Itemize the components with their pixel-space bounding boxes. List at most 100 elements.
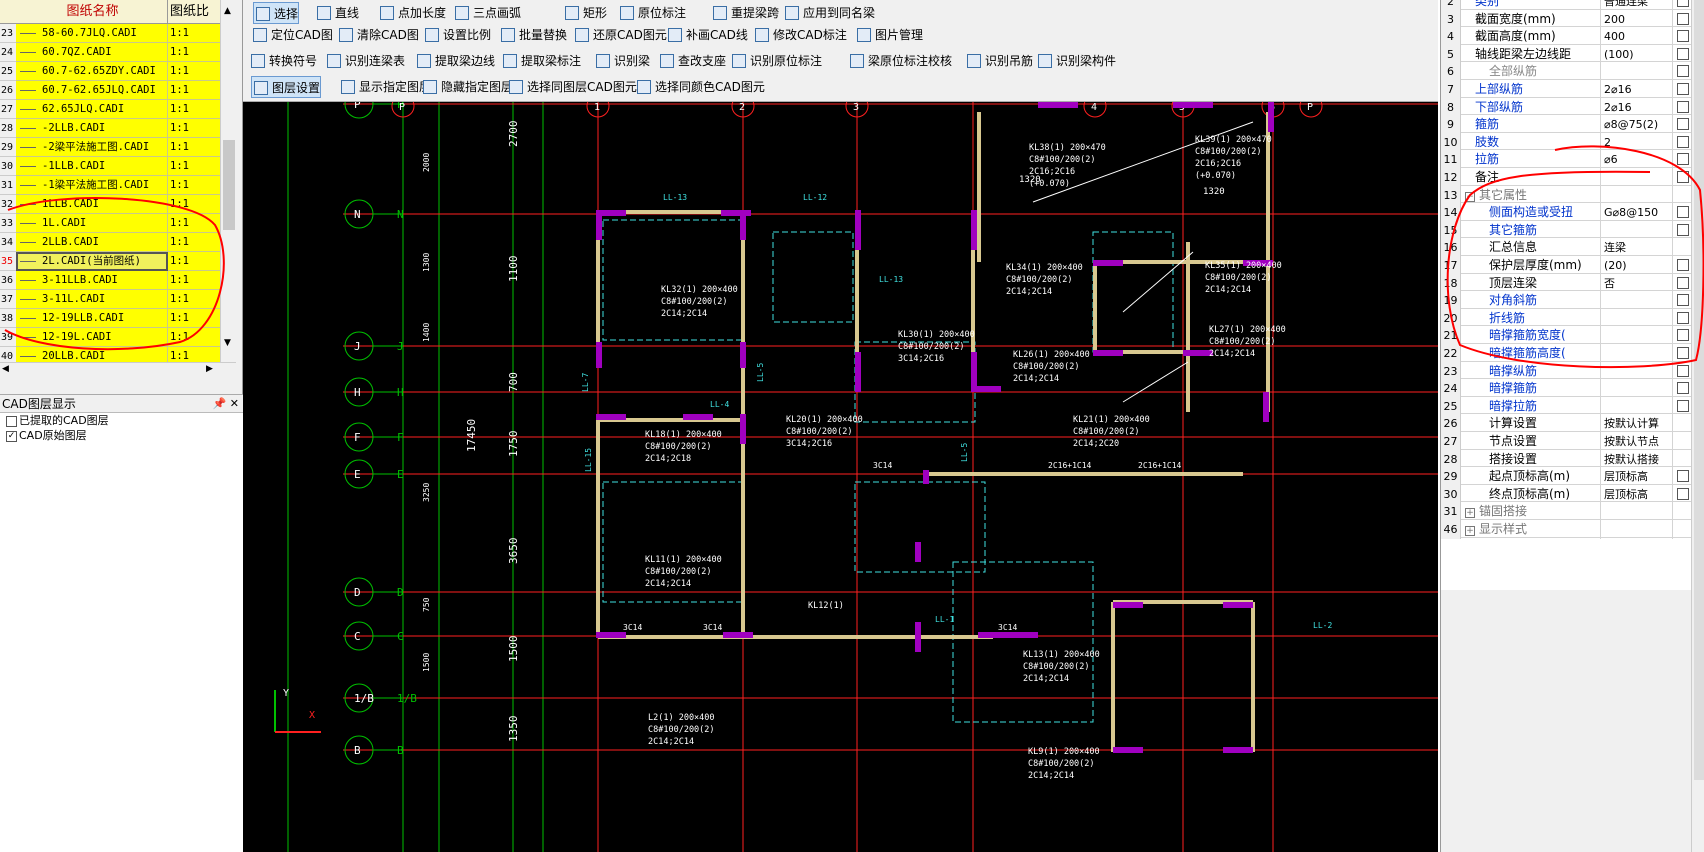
drawing-row[interactable]: 29 -2梁平法施工图.CADI 1:1: [0, 138, 220, 157]
property-row[interactable]: 24 暗撑箍筋: [1441, 379, 1691, 399]
property-row[interactable]: 3 截面宽度(mm) 200: [1441, 9, 1691, 29]
expand-icon[interactable]: +: [1465, 526, 1475, 536]
property-row[interactable]: 12 备注: [1441, 168, 1691, 187]
property-row[interactable]: 20 折线筋: [1441, 308, 1691, 328]
property-checkbox[interactable]: [1677, 83, 1689, 95]
scroll-thumb[interactable]: [223, 140, 235, 230]
property-value[interactable]: [1601, 185, 1673, 205]
toolbar-button[interactable]: 原位标注: [618, 2, 686, 24]
property-checkbox[interactable]: [1677, 223, 1689, 236]
property-value[interactable]: ⌀6: [1601, 150, 1673, 170]
property-value[interactable]: [1601, 344, 1673, 363]
scroll-left-icon[interactable]: ◀: [2, 364, 9, 374]
property-value[interactable]: (20): [1601, 256, 1673, 275]
toolbar-button[interactable]: 补画CAD线: [666, 24, 748, 46]
property-row[interactable]: 8 下部纵筋 2⌀16: [1441, 97, 1691, 117]
drawing-row-scale[interactable]: 1:1: [168, 138, 220, 157]
toolbar-button[interactable]: 应用到同名梁: [783, 2, 875, 24]
drawing-row[interactable]: 35 2L.CADI(当前图纸) 1:1: [0, 252, 220, 271]
drawing-row-scale[interactable]: 1:1: [168, 43, 220, 62]
property-checkbox[interactable]: [1677, 12, 1689, 25]
drawing-row[interactable]: 23 58-60.7JLQ.CADI 1:1: [0, 24, 220, 43]
drawing-row-scale[interactable]: 1:1: [168, 176, 220, 195]
property-checkbox[interactable]: [1677, 294, 1689, 307]
property-value[interactable]: 2: [1601, 132, 1673, 152]
toolbar-button[interactable]: 识别原位标注: [730, 50, 822, 72]
toolbar-button[interactable]: 提取梁边线: [415, 50, 495, 72]
drawing-row[interactable]: 30 -1LLB.CADI 1:1: [0, 157, 220, 176]
drawing-row-scale[interactable]: 1:1: [168, 309, 220, 328]
drawing-row-name[interactable]: -1LLB.CADI: [16, 157, 168, 176]
drawing-row-scale[interactable]: 1:1: [168, 119, 220, 138]
property-row[interactable]: 46 + 显示样式: [1441, 520, 1691, 539]
property-checkbox[interactable]: [1677, 311, 1689, 324]
expand-icon[interactable]: +: [1465, 508, 1475, 519]
property-value[interactable]: 按默认计算: [1601, 414, 1673, 434]
drawing-row-name[interactable]: 62.65JLQ.CADI: [16, 100, 168, 119]
toolbar-button[interactable]: 图层设置: [251, 76, 322, 98]
drawing-row[interactable]: 28 -2LLB.CADI 1:1: [0, 119, 220, 138]
drawing-row[interactable]: 26 60.7-62.65JLQ.CADI 1:1: [0, 81, 220, 100]
property-checkbox[interactable]: [1677, 118, 1689, 131]
properties-scrollbar[interactable]: [1691, 0, 1704, 852]
property-value[interactable]: [1601, 168, 1673, 187]
property-checkbox[interactable]: [1677, 30, 1689, 43]
layer-checkbox-original[interactable]: ✓: [6, 430, 17, 442]
property-row[interactable]: 17 保护层厚度(mm) (20): [1441, 256, 1691, 275]
property-value[interactable]: [1601, 291, 1673, 311]
drawing-list-scrollbar[interactable]: ▲ ▼: [220, 0, 236, 362]
drawing-row-scale[interactable]: 1:1: [168, 81, 220, 100]
property-row[interactable]: 23 暗撑纵筋: [1441, 361, 1691, 381]
property-row[interactable]: 30 终点顶标高(m) 层顶标高: [1441, 484, 1691, 504]
toolbar-button[interactable]: 三点画弧: [453, 2, 521, 24]
property-row[interactable]: 29 起点顶标高(m) 层顶标高: [1441, 467, 1691, 487]
property-row[interactable]: 5 轴线距梁左边线距 (100): [1441, 44, 1691, 64]
drawing-row-name[interactable]: 12-19L.CADI: [16, 328, 168, 347]
drawing-list-hscrollbar[interactable]: ◀ ▶: [0, 362, 236, 378]
property-row[interactable]: 26 计算设置 按默认计算: [1441, 414, 1691, 434]
property-row[interactable]: 19 对角斜筋: [1441, 291, 1691, 311]
property-value[interactable]: 2⌀16: [1601, 97, 1673, 117]
property-checkbox[interactable]: [1677, 0, 1689, 7]
property-row[interactable]: 27 节点设置 按默认节点: [1441, 432, 1691, 451]
drawing-row-scale[interactable]: 1:1: [168, 271, 220, 290]
drawing-row[interactable]: 38 12-19LLB.CADI 1:1: [0, 309, 220, 328]
toolbar-button[interactable]: 查改支座: [658, 50, 726, 72]
toolbar-button[interactable]: 识别梁构件: [1036, 50, 1116, 72]
drawing-row-name[interactable]: 60.7-62.65JLQ.CADI: [16, 81, 168, 100]
property-row[interactable]: 16 汇总信息 连梁: [1441, 238, 1691, 258]
close-icon[interactable]: ✕: [230, 397, 239, 410]
toolbar-button[interactable]: 还原CAD图元: [573, 24, 667, 46]
drawing-row[interactable]: 39 12-19L.CADI 1:1: [0, 328, 220, 347]
property-value[interactable]: [1601, 62, 1673, 82]
property-value[interactable]: [1601, 502, 1673, 522]
drawing-row-scale[interactable]: 1:1: [168, 233, 220, 252]
property-checkbox[interactable]: [1677, 153, 1689, 166]
property-row[interactable]: 2 类别 普通连梁: [1441, 0, 1691, 11]
scroll-down-icon[interactable]: ▼: [224, 338, 231, 348]
drawing-row[interactable]: 25 60.7-62.65ZDY.CADI 1:1: [0, 62, 220, 81]
toolbar-button[interactable]: 梁原位标注校核: [848, 50, 952, 72]
property-row[interactable]: 14 侧面构造或受扭 G⌀8@150: [1441, 203, 1691, 223]
property-row[interactable]: 9 箍筋 ⌀8@75(2): [1441, 115, 1691, 135]
property-checkbox[interactable]: [1677, 171, 1689, 183]
drawing-row-name[interactable]: 60.7-62.65ZDY.CADI: [16, 62, 168, 81]
property-value[interactable]: 层顶标高: [1601, 484, 1673, 504]
drawing-row-name[interactable]: 58-60.7JLQ.CADI: [16, 24, 168, 43]
toolbar-button[interactable]: 选择同图层CAD图元: [507, 76, 637, 98]
toolbar-button[interactable]: 直线: [315, 2, 359, 24]
property-checkbox[interactable]: [1677, 347, 1689, 359]
drawing-row-name[interactable]: -2LLB.CADI: [16, 119, 168, 138]
property-value[interactable]: 200: [1601, 9, 1673, 29]
toolbar-button[interactable]: 显示指定图层: [339, 76, 431, 98]
drawing-row[interactable]: 31 -1梁平法施工图.CADI 1:1: [0, 176, 220, 195]
toolbar-button[interactable]: 识别吊筋: [965, 50, 1033, 72]
drawing-row-name[interactable]: 1L.CADI: [16, 214, 168, 233]
property-checkbox[interactable]: [1677, 65, 1689, 78]
toolbar-button[interactable]: 重提梁跨: [711, 2, 779, 24]
property-value[interactable]: [1601, 220, 1673, 240]
property-checkbox[interactable]: [1677, 487, 1689, 500]
property-value[interactable]: 否: [1601, 273, 1673, 293]
property-row[interactable]: 13− 其它属性: [1441, 185, 1691, 205]
property-value[interactable]: 按默认搭接: [1601, 449, 1673, 469]
